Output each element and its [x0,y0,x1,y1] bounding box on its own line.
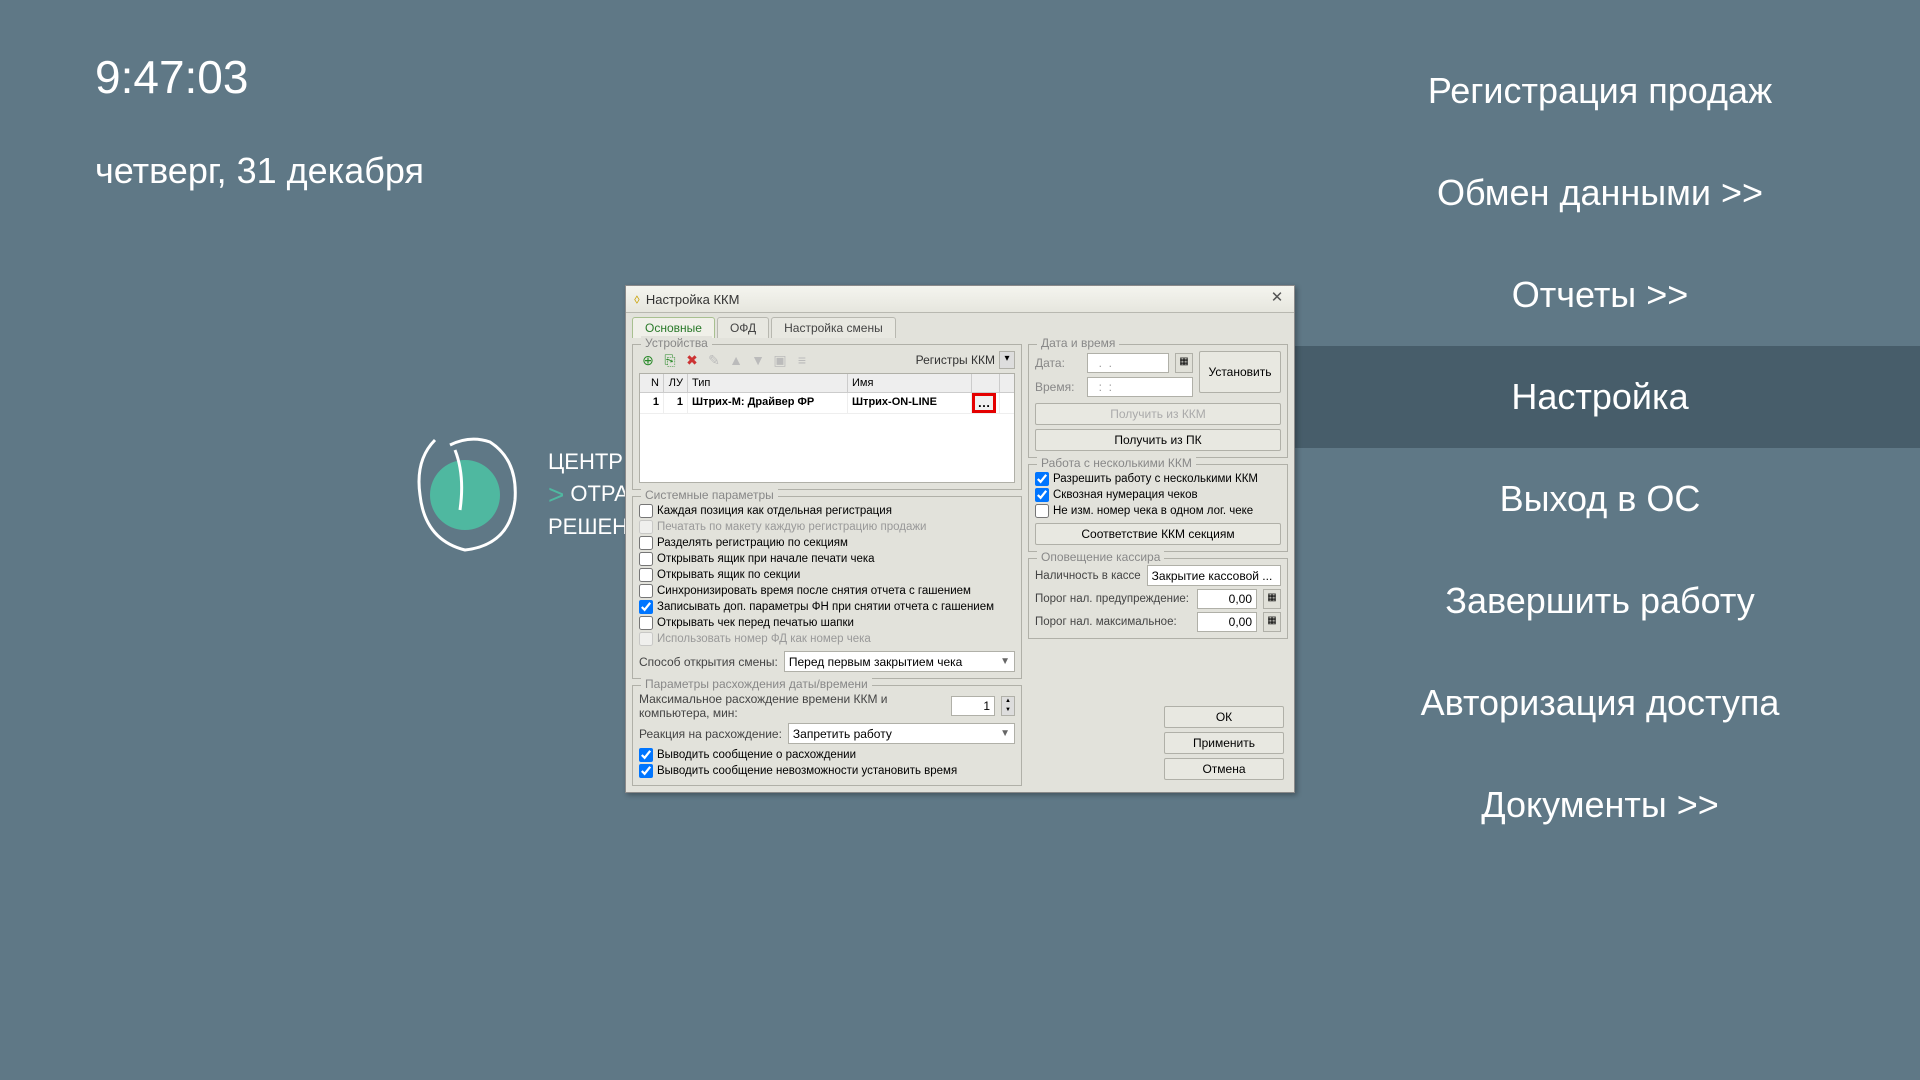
chk-msg-diff[interactable] [639,748,653,762]
cash-label: Наличность в кассе [1035,570,1141,582]
up-icon: ▲ [727,351,745,369]
spinner-icon[interactable]: ▲▼ [1001,696,1015,716]
get-kkm-button[interactable]: Получить из ККМ [1035,403,1281,425]
datetime-title: Дата и время [1037,336,1119,350]
desktop-clock: 9:47:03 [95,50,248,104]
multi-title: Работа с несколькими ККМ [1037,456,1196,470]
dialog-titlebar[interactable]: ⬨ Настройка ККМ ✕ [626,286,1294,313]
warn-label: Порог нал. предупреждение: [1035,593,1191,605]
menu-exit-os[interactable]: Выход в ОС [1280,448,1920,550]
sysparams-title: Системные параметры [641,488,778,502]
chk-allow-multi[interactable] [1035,472,1049,486]
react-label: Реакция на расхождение: [639,727,782,741]
registers-dropdown[interactable]: ▾ [999,351,1015,369]
down-icon: ▼ [749,351,767,369]
logo-mark [400,430,530,560]
tab-shift[interactable]: Настройка смены [771,317,896,338]
timediff-title: Параметры расхождения даты/времени [641,677,872,691]
cancel-button[interactable]: Отмена [1164,758,1284,780]
menu-shutdown[interactable]: Завершить работу [1280,550,1920,652]
close-icon[interactable]: ✕ [1268,290,1286,308]
table-header: N ЛУ Тип Имя [640,374,1014,393]
dialog-title-text: Настройка ККМ [646,292,740,307]
chk-print-template [639,520,653,534]
chevron-down-icon: ▼ [1000,728,1010,739]
devices-toolbar: ⊕ ⎘ ✖ ✎ ▲ ▼ ▣ ≡ Регистры ККМ ▾ [639,351,1015,369]
tabs: Основные ОФД Настройка смены [626,313,1294,338]
dialog-buttons: ОК Применить Отмена [1028,706,1288,786]
menu-settings[interactable]: Настройка [1280,346,1920,448]
chk-no-change-num[interactable] [1035,504,1049,518]
datetime-group: Дата и время Дата:▦ Время: Установить По… [1028,344,1288,458]
chk-each-pos[interactable] [639,504,653,518]
devices-group: Устройства ⊕ ⎘ ✖ ✎ ▲ ▼ ▣ ≡ Регистры ККМ … [632,344,1022,490]
kkm-settings-dialog: ⬨ Настройка ККМ ✕ Основные ОФД Настройка … [625,285,1295,793]
menu-documents[interactable]: Документы >> [1280,754,1920,856]
tool-icon: ▣ [771,351,789,369]
devices-table[interactable]: N ЛУ Тип Имя 1 1 Штрих-М: Драйвер ФР Штр… [639,373,1015,483]
copy-icon[interactable]: ⎘ [661,351,679,369]
app-icon: ⬨ [634,291,640,307]
chk-through-num[interactable] [1035,488,1049,502]
chk-open-before-header[interactable] [639,616,653,630]
alert-title: Оповещение кассира [1037,550,1164,564]
max-diff-label: Максимальное расхождение времени ККМ и к… [639,692,945,720]
open-mode-label: Способ открытия смены: [639,655,778,669]
date-input[interactable] [1087,353,1169,373]
desktop-date: четверг, 31 декабря [95,150,424,192]
main-menu: Регистрация продаж Обмен данными >> Отче… [1280,40,1920,856]
devices-title: Устройства [641,336,712,350]
chevron-down-icon: ▼ [1000,656,1010,667]
list-icon: ≡ [793,351,811,369]
calendar-icon[interactable]: ▦ [1175,353,1193,373]
multi-kkm-group: Работа с несколькими ККМ Разрешить работ… [1028,464,1288,552]
apply-button[interactable]: Применить [1164,732,1284,754]
open-mode-combo[interactable]: Перед первым закрытием чека▼ [784,651,1015,672]
row-ellipsis-button[interactable]: … [972,393,996,413]
tab-ofd[interactable]: ОФД [717,317,769,338]
tab-main[interactable]: Основные [632,317,715,338]
arrow-icon: > [548,479,564,510]
calc-icon[interactable]: ▦ [1263,589,1281,609]
cash-combo[interactable]: Закрытие кассовой ... [1147,565,1281,586]
alert-group: Оповещение кассира Наличность в кассе За… [1028,558,1288,639]
delete-icon[interactable]: ✖ [683,351,701,369]
chk-drawer-section[interactable] [639,568,653,582]
max-label: Порог нал. максимальное: [1035,616,1191,628]
map-sections-button[interactable]: Соответствие ККМ секциям [1035,523,1281,545]
menu-reports[interactable]: Отчеты >> [1280,244,1920,346]
chk-split-sections[interactable] [639,536,653,550]
add-icon[interactable]: ⊕ [639,351,657,369]
time-label: Время: [1035,380,1081,394]
chk-sync-time[interactable] [639,584,653,598]
date-label: Дата: [1035,356,1081,370]
timediff-group: Параметры расхождения даты/времени Макси… [632,685,1022,786]
ok-button[interactable]: ОК [1164,706,1284,728]
time-input[interactable] [1087,377,1193,397]
calc-icon[interactable]: ▦ [1263,612,1281,632]
menu-auth[interactable]: Авторизация доступа [1280,652,1920,754]
chk-write-fn[interactable] [639,600,653,614]
menu-sales[interactable]: Регистрация продаж [1280,40,1920,142]
chk-drawer-start[interactable] [639,552,653,566]
chk-msg-cant-set[interactable] [639,764,653,778]
set-button[interactable]: Установить [1199,351,1281,393]
edit-icon: ✎ [705,351,723,369]
sysparams-group: Системные параметры Каждая позиция как о… [632,496,1022,679]
table-row[interactable]: 1 1 Штрих-М: Драйвер ФР Штрих-ON-LINE … [640,393,1014,414]
registers-label: Регистры ККМ [916,353,995,367]
max-diff-input[interactable] [951,696,995,716]
warn-input[interactable] [1197,589,1257,609]
menu-exchange[interactable]: Обмен данными >> [1280,142,1920,244]
max-input[interactable] [1197,612,1257,632]
chk-fd-number [639,632,653,646]
react-combo[interactable]: Запретить работу▼ [788,723,1015,744]
get-pc-button[interactable]: Получить из ПК [1035,429,1281,451]
